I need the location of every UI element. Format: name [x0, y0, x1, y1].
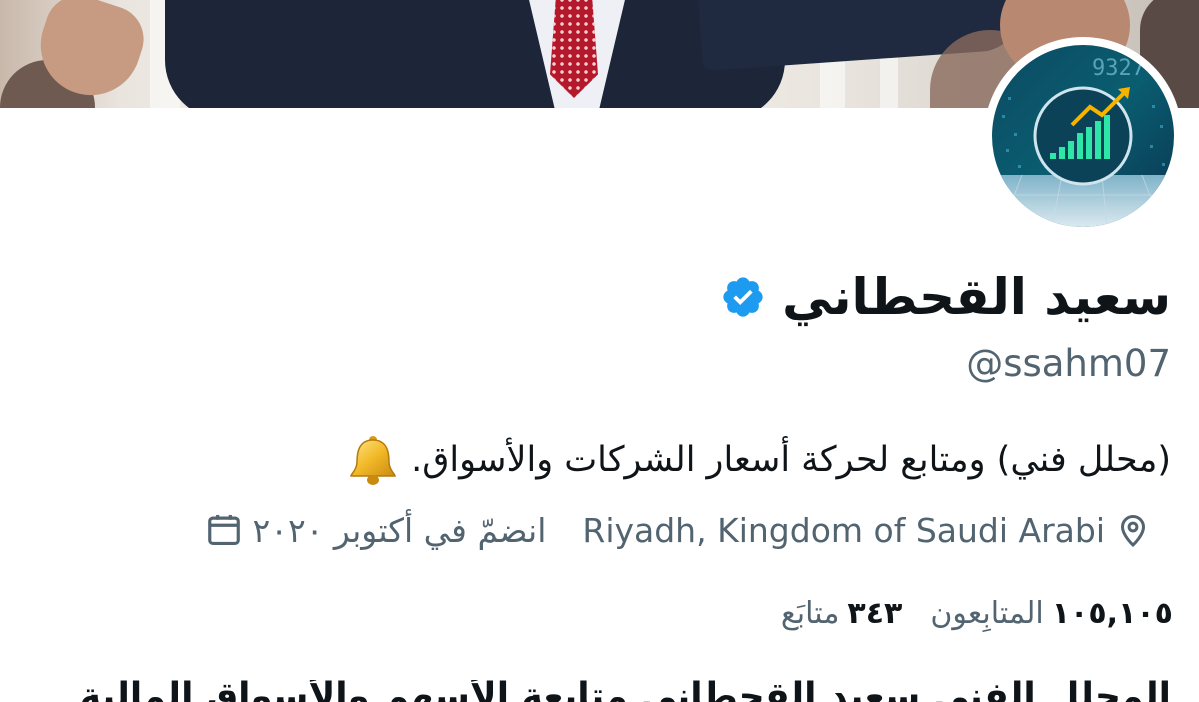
banner-suit: [165, 0, 785, 108]
verified-badge-icon[interactable]: [720, 274, 766, 320]
partial-text-line: المحلل الفني سعيد القحطاني متابعة الأسهم…: [79, 680, 1171, 702]
profile-join-date: انضمّ في أكتوبر ٢٠٢٠: [205, 510, 547, 550]
partial-text: المحلل الفني سعيد القحطاني متابعة الأسهم…: [0, 680, 1199, 702]
svg-text:9327: 9327: [1092, 56, 1145, 81]
followers-label: المتابِعون: [930, 595, 1044, 631]
location-text: Riyadh, Kingdom of Saudi Arabi: [582, 510, 1105, 550]
bio-text: (محلل فني) ومتابع لحركة أسعار الشركات وا…: [411, 440, 1171, 480]
profile-avatar[interactable]: 9327: [984, 37, 1182, 235]
profile-stats: ٣٤٣ متابَع ١٠٥,١٠٥ المتابِعون: [781, 588, 1173, 638]
location-pin-icon: [1120, 515, 1146, 548]
calendar-icon: [207, 514, 240, 546]
profile-bio: (محلل فني) ومتابع لحركة أسعار الشركات وا…: [345, 432, 1171, 488]
following-label: متابَع: [780, 595, 840, 631]
following-stat[interactable]: ٣٤٣ متابَع: [781, 596, 903, 631]
display-name: سعيد القحطاني: [782, 268, 1171, 326]
followers-stat[interactable]: ١٠٥,١٠٥ المتابِعون: [930, 596, 1173, 631]
bell-icon: [350, 436, 396, 485]
profile-meta: Riyadh, Kingdom of Saudi Arabi انضمّ في …: [205, 505, 1151, 555]
profile-name-row: سعيد القحطاني: [720, 262, 1171, 332]
join-date-text: انضمّ في أكتوبر ٢٠٢٠: [252, 510, 547, 550]
profile-handle: @ssahm07: [966, 342, 1171, 385]
profile-location: Riyadh, Kingdom of Saudi Arabi: [582, 511, 1151, 550]
avatar-image: 9327: [992, 45, 1174, 227]
following-count: ٣٤٣: [847, 595, 903, 631]
followers-count: ١٠٥,١٠٥: [1051, 595, 1173, 631]
